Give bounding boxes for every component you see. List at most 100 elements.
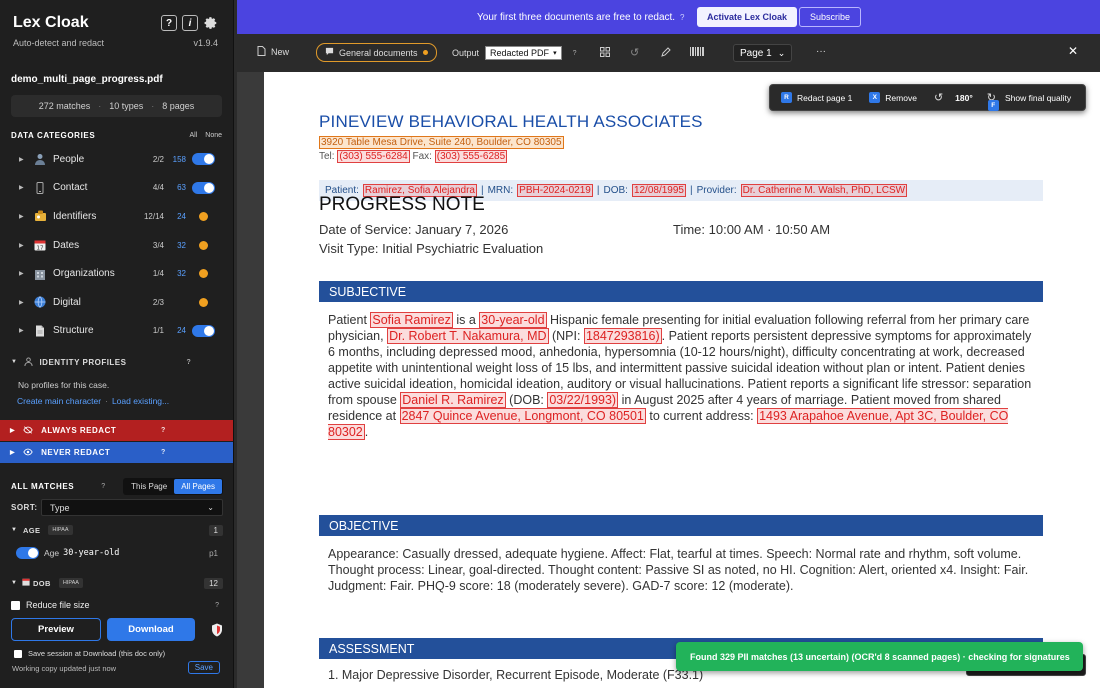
category-digital[interactable]: ▶ Digital 2/3 <box>0 288 233 317</box>
this-page-tab[interactable]: This Page <box>124 479 174 494</box>
select-all-link[interactable]: All <box>189 132 197 139</box>
identity-profiles-header[interactable]: ▼ IDENTITY PROFILES ? <box>11 353 222 371</box>
expand-caret-icon[interactable]: ▶ <box>19 242 27 249</box>
page-select[interactable]: Page 1 ⌄ <box>733 44 793 62</box>
partial-indicator[interactable] <box>192 240 215 250</box>
group-count: 12 <box>204 577 223 589</box>
select-none-link[interactable]: None <box>205 132 222 139</box>
never-redact-bar[interactable]: ▶ NEVER REDACT ? <box>0 442 233 463</box>
help-icon[interactable]: ? <box>101 483 105 490</box>
redaction-phone[interactable]: (303) 555-6284 <box>337 150 410 163</box>
save-button[interactable]: Save <box>187 661 220 674</box>
redaction-npi[interactable]: 1847293816) <box>583 328 662 344</box>
redact-page-button[interactable]: Redact page 1 <box>797 93 852 103</box>
match-page[interactable]: p1 <box>209 549 218 558</box>
close-icon[interactable]: ✕ <box>1068 44 1078 58</box>
redaction-mrn[interactable]: PBH-2024-0219 <box>517 184 593 197</box>
expand-caret-icon[interactable]: ▶ <box>19 327 27 334</box>
shield-icon[interactable] <box>211 623 223 637</box>
help-icon[interactable]: ? <box>573 50 577 57</box>
section-subjective: SUBJECTIVE <box>319 281 1043 302</box>
new-button[interactable]: New <box>257 46 289 58</box>
remove-button[interactable]: Remove <box>885 93 917 103</box>
save-session-row[interactable]: Save session at Download (this doc only) <box>0 649 233 658</box>
gear-icon[interactable] <box>203 15 219 31</box>
partial-indicator[interactable] <box>192 269 215 279</box>
undo-icon[interactable]: ↺ <box>630 46 639 59</box>
group-count: 1 <box>208 524 223 536</box>
expand-caret-icon[interactable]: ▶ <box>19 184 27 191</box>
redaction-physician[interactable]: Dr. Robert T. Nakamura, MD <box>387 328 549 344</box>
redaction-prior-address[interactable]: 2847 Quince Avenue, Longmont, CO 80501 <box>399 408 646 424</box>
help-icon[interactable]: ? <box>680 13 684 22</box>
separator: · <box>98 101 102 111</box>
save-session-checkbox[interactable] <box>14 649 22 658</box>
help-icon[interactable]: ? <box>215 602 219 609</box>
redaction-fax[interactable]: (303) 555-6285 <box>434 150 508 163</box>
pencil-icon[interactable] <box>661 47 671 57</box>
category-toggle[interactable] <box>192 181 215 194</box>
identity-profiles-section: ▼ IDENTITY PROFILES ? No profiles for th… <box>0 353 233 406</box>
info-button[interactable]: i <box>182 15 198 31</box>
collapse-caret-icon[interactable]: ▼ <box>11 527 17 533</box>
reduce-file-size-checkbox[interactable] <box>11 600 20 610</box>
more-options-icon[interactable]: ··· <box>816 46 826 57</box>
expand-caret-icon[interactable]: ▶ <box>10 427 15 434</box>
collapse-caret-icon[interactable]: ▼ <box>11 359 17 365</box>
subscribe-button[interactable]: Subscribe <box>799 7 862 27</box>
expand-caret-icon[interactable]: ▶ <box>19 299 27 306</box>
category-contact[interactable]: ▶ Contact 4/4 63 <box>0 174 233 203</box>
match-item[interactable]: Age 30-year-old p1 <box>16 546 218 560</box>
help-icon[interactable]: ? <box>186 359 191 366</box>
category-organizations[interactable]: ▶ Organizations 1/4 32 <box>0 259 233 288</box>
preview-button[interactable]: Preview <box>11 618 101 641</box>
save-session-label: Save session at Download (this doc only) <box>28 649 166 658</box>
category-label: People <box>53 153 85 165</box>
redaction-address[interactable]: 3920 Table Mesa Drive, Suite 240, Boulde… <box>319 136 564 149</box>
redaction-spouse[interactable]: Daniel R. Ramirez <box>400 392 506 408</box>
collapse-caret-icon[interactable]: ▼ <box>11 580 17 586</box>
create-main-character-link[interactable]: Create main character <box>17 396 101 406</box>
category-structure[interactable]: ▶ Structure 1/1 24 <box>0 317 233 346</box>
redaction-age[interactable]: 30-year-old <box>479 312 547 328</box>
toolbar: New General documents Output Redacted PD… <box>237 34 1100 72</box>
download-button[interactable]: Download <box>107 618 195 641</box>
match-group-dob[interactable]: ▼ DOB HIPAA 12 <box>11 576 223 590</box>
help-icon[interactable]: ? <box>161 449 166 456</box>
show-final-quality-button[interactable]: Show final quality <box>1005 93 1071 103</box>
match-group-age[interactable]: ▼ AGE HIPAA 1 <box>11 523 223 537</box>
grid-icon[interactable] <box>600 47 610 57</box>
person-icon <box>33 152 47 166</box>
always-redact-bar[interactable]: ▶ ALWAYS REDACT ? <box>0 420 233 441</box>
match-toggle[interactable] <box>16 547 39 559</box>
rotate-left-icon[interactable]: ↺ <box>934 91 943 104</box>
redaction-dob[interactable]: 12/08/1995 <box>631 184 686 197</box>
reduce-file-size-row[interactable]: Reduce file size ? <box>0 600 233 610</box>
category-toggle[interactable] <box>192 324 215 337</box>
redaction-name[interactable]: Sofia Ramirez <box>370 312 453 328</box>
partial-indicator[interactable] <box>192 211 215 221</box>
categories-header: DATA CATEGORIES All None <box>0 125 233 145</box>
output-select[interactable]: Redacted PDF ▾ <box>485 46 562 60</box>
load-existing-link[interactable]: Load existing... <box>112 396 169 406</box>
expand-caret-icon[interactable]: ▶ <box>19 213 27 220</box>
redaction-provider[interactable]: Dr. Catherine M. Walsh, PhD, LCSW <box>740 184 908 197</box>
partial-indicator[interactable] <box>192 297 215 307</box>
sort-select[interactable]: Type ⌄ <box>41 499 223 516</box>
barcode-icon[interactable] <box>690 47 704 56</box>
expand-caret-icon[interactable]: ▶ <box>19 270 27 277</box>
category-toggle[interactable] <box>192 153 215 166</box>
activate-button[interactable]: Activate Lex Cloak <box>697 7 798 27</box>
rotate-right-icon[interactable]: ↻ F <box>987 91 999 111</box>
preset-chip[interactable]: General documents <box>316 43 437 62</box>
redaction-spouse-dob[interactable]: 03/22/1993) <box>547 392 619 408</box>
category-dates[interactable]: ▶ 17 Dates 3/4 32 <box>0 231 233 260</box>
category-people[interactable]: ▶ People 2/2 158 <box>0 145 233 174</box>
rotation-value: 180° <box>955 92 973 103</box>
help-icon[interactable]: ? <box>161 427 166 434</box>
category-identifiers[interactable]: ▶ Identifiers 12/14 24 <box>0 202 233 231</box>
all-pages-tab[interactable]: All Pages <box>174 478 222 494</box>
expand-caret-icon[interactable]: ▶ <box>10 449 15 456</box>
expand-caret-icon[interactable]: ▶ <box>19 156 27 163</box>
help-button[interactable]: ? <box>161 15 177 31</box>
